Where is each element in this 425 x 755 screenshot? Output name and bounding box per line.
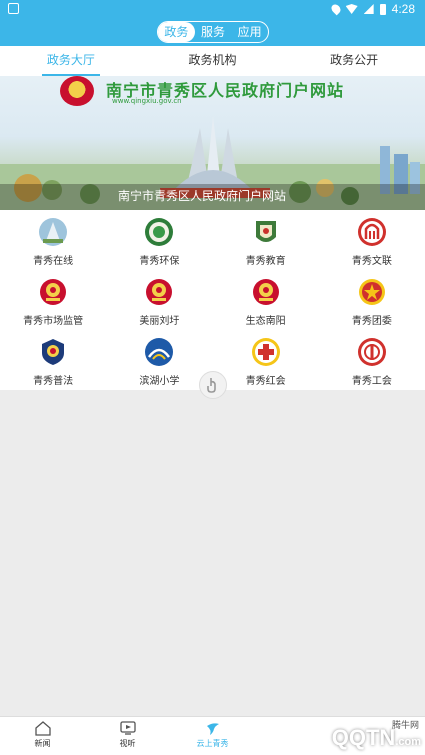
tab-public[interactable]: 政务公开: [283, 46, 425, 76]
banner-url: www.qingxiu.gov.cn: [112, 97, 182, 105]
national-emblem: [60, 76, 94, 106]
service-env-protection[interactable]: 青秀环保: [106, 210, 212, 270]
segment-yingyong[interactable]: 应用: [231, 22, 268, 42]
service-label: 滨湖小学: [139, 376, 180, 387]
youth-league-icon: [357, 277, 387, 307]
tv-icon: [119, 721, 136, 735]
service-label: 青秀教育: [245, 256, 286, 267]
service-label: 青秀市场监管: [23, 316, 84, 327]
service-grid: 青秀在线 青秀环保 青秀教育 青秀文联 青秀市场监管 美丽刘圩 生态南阳 青秀团…: [0, 210, 425, 390]
national-emblem-icon: [251, 277, 281, 307]
watermark-logo: QQTN.com: [332, 725, 421, 751]
service-label: 青秀工会: [351, 376, 392, 387]
tower-icon: [38, 217, 68, 247]
service-trade-union[interactable]: 青秀工会: [319, 330, 425, 390]
service-label: 青秀文联: [351, 256, 392, 267]
tab-agencies[interactable]: 政务机构: [142, 46, 284, 76]
segment-fuwu[interactable]: 服务: [195, 22, 232, 42]
home-icon: [34, 721, 51, 736]
service-binhu-primary[interactable]: 滨湖小学: [106, 330, 212, 390]
service-label: 美丽刘圩: [139, 316, 180, 327]
national-emblem-icon: [144, 277, 174, 307]
nav-cloud-qingxiu[interactable]: 云上青秀: [170, 717, 255, 755]
notification-icon: [8, 3, 19, 14]
service-market-supervision[interactable]: 青秀市场监管: [0, 270, 106, 330]
red-cross-icon: [251, 337, 281, 367]
hand-pointer-icon: [207, 378, 216, 393]
segmented-control: 政务 服务 应用: [157, 21, 269, 43]
watermark-text: QQTN: [331, 725, 396, 750]
banner-caption: 南宁市青秀区人民政府门户网站: [118, 189, 287, 203]
service-red-cross[interactable]: 青秀红会: [213, 330, 319, 390]
status-bar: 4:28: [0, 0, 425, 18]
nav-item-4[interactable]: [255, 717, 340, 755]
nav-label: 新闻: [34, 739, 51, 748]
school-icon: [144, 337, 174, 367]
bird-icon: [206, 723, 219, 735]
env-protection-icon: [144, 217, 174, 247]
banner-carousel[interactable]: 南宁市青秀区人民政府门户网站 www.qingxiu.gov.cn 南宁市青秀区…: [0, 76, 425, 210]
watermark-suffix: .com: [395, 736, 421, 748]
location-icon: [329, 2, 343, 16]
national-emblem-icon: [38, 277, 68, 307]
status-icons: 4:28: [329, 2, 415, 16]
service-youth-league[interactable]: 青秀团委: [319, 270, 425, 330]
app-header: 政务 服务 应用: [0, 18, 425, 46]
battery-icon: [379, 3, 386, 15]
nav-media[interactable]: 视听: [85, 717, 170, 755]
service-qingxiu-online[interactable]: 青秀在线: [0, 210, 106, 270]
floating-touch-button[interactable]: [199, 371, 227, 399]
service-eco-nanyang[interactable]: 生态南阳: [213, 270, 319, 330]
tab-hall[interactable]: 政务大厅: [0, 46, 142, 76]
service-label: 青秀普法: [33, 376, 74, 387]
police-badge-icon: [38, 337, 68, 367]
segment-zhengwu[interactable]: 政务: [158, 22, 195, 42]
sub-tabs: 政务大厅 政务机构 政务公开: [0, 46, 425, 76]
wifi-icon: [345, 4, 358, 14]
service-label: 青秀团委: [351, 316, 392, 327]
clock: 4:28: [391, 2, 415, 16]
nav-label: 视听: [119, 739, 136, 748]
service-label: 生态南阳: [245, 316, 286, 327]
service-legal-education[interactable]: 青秀普法: [0, 330, 106, 390]
service-education[interactable]: 青秀教育: [213, 210, 319, 270]
signal-icon: [363, 4, 374, 14]
service-label: 青秀环保: [139, 256, 180, 267]
service-meili-liuwei[interactable]: 美丽刘圩: [106, 270, 212, 330]
nav-news[interactable]: 新闻: [0, 717, 85, 755]
education-icon: [251, 217, 281, 247]
nav-label: 云上青秀: [196, 739, 229, 748]
trade-union-icon: [357, 337, 387, 367]
service-label: 青秀在线: [33, 256, 74, 267]
service-label: 青秀红会: [245, 376, 286, 387]
service-culture-federation[interactable]: 青秀文联: [319, 210, 425, 270]
culture-federation-icon: [357, 217, 387, 247]
